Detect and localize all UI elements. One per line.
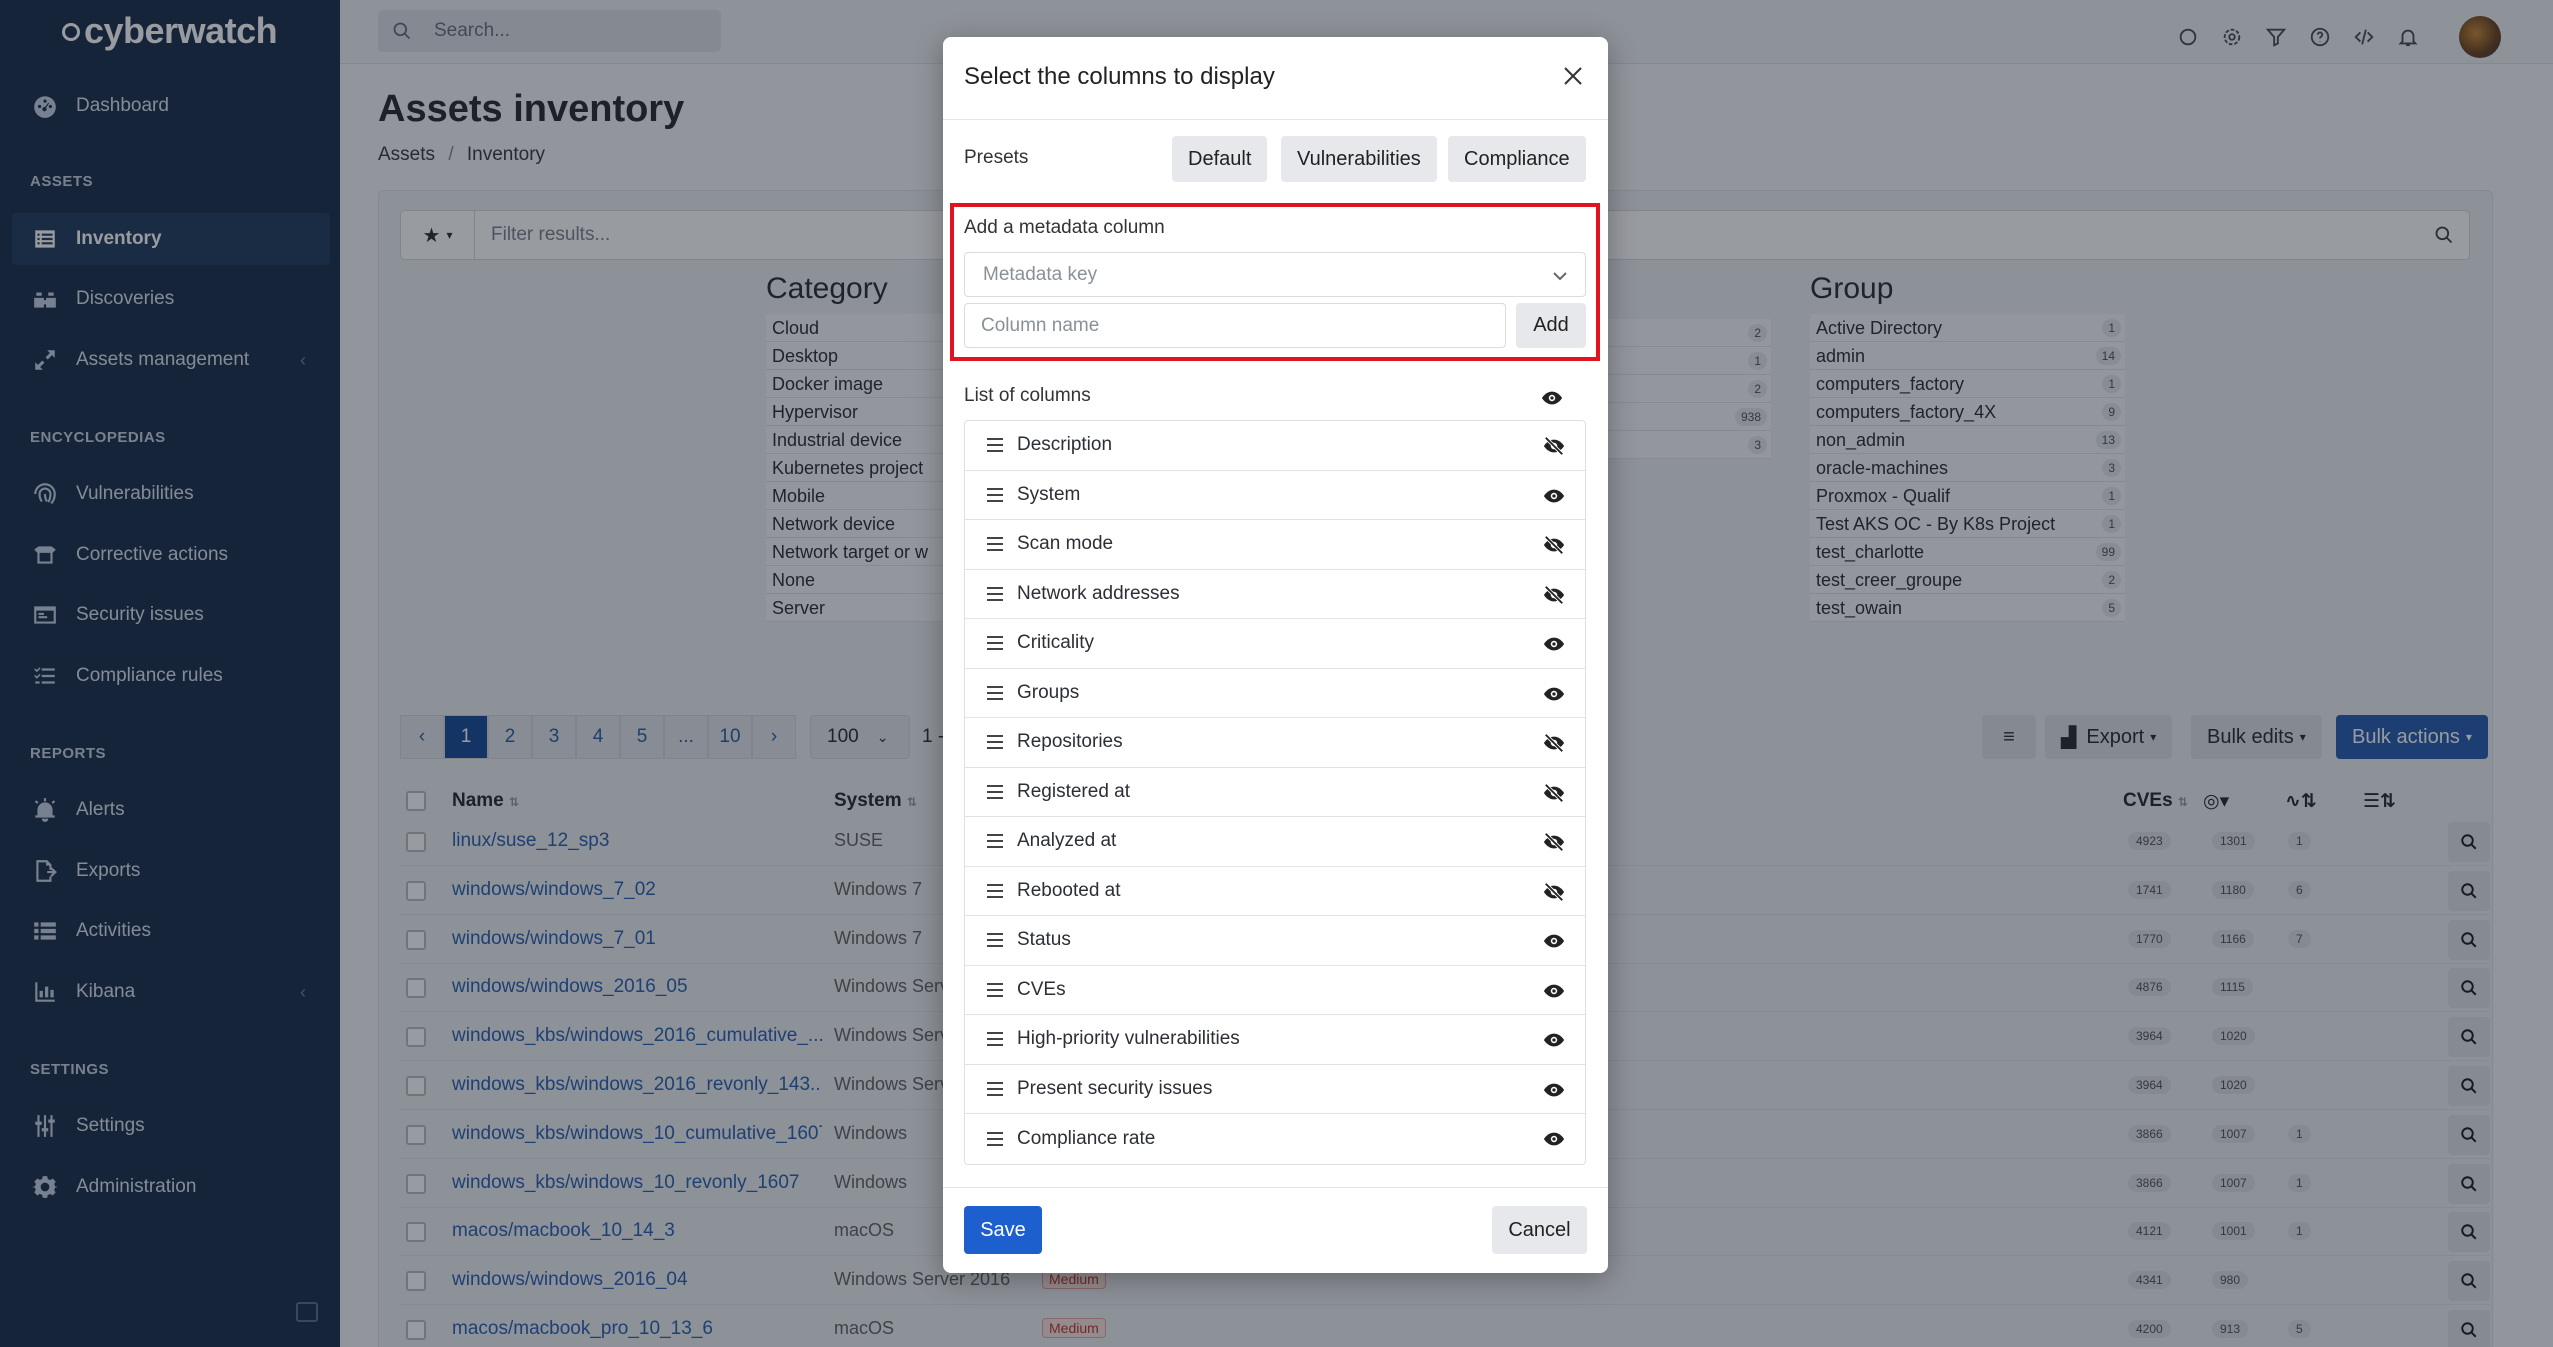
drag-handle-icon[interactable]	[987, 636, 1005, 651]
drag-handle-icon[interactable]	[987, 685, 1005, 700]
close-icon[interactable]	[1558, 61, 1588, 91]
columns-list-label: List of columns	[964, 385, 1091, 406]
modal-title: Select the columns to display	[964, 63, 1275, 90]
column-label: Compliance rate	[1017, 1127, 1156, 1149]
drag-handle-icon[interactable]	[987, 883, 1005, 898]
drag-handle-icon[interactable]	[987, 834, 1005, 849]
eye-icon[interactable]	[1543, 1029, 1565, 1051]
modal-header-divider	[943, 119, 1608, 120]
column-list-item[interactable]: System	[965, 471, 1585, 520]
column-label: Repositories	[1017, 731, 1123, 753]
metadata-section-label: Add a metadata column	[964, 217, 1165, 238]
cancel-button[interactable]: Cancel	[1492, 1206, 1587, 1254]
column-list-item[interactable]: Compliance rate	[965, 1114, 1585, 1164]
eye-slash-icon[interactable]	[1543, 732, 1565, 754]
column-list-item[interactable]: Criticality	[965, 619, 1585, 669]
column-label: Status	[1017, 929, 1071, 951]
eye-slash-icon[interactable]	[1543, 831, 1565, 853]
column-label: Registered at	[1017, 780, 1131, 802]
add-metadata-column-button[interactable]: Add	[1516, 303, 1586, 348]
eye-icon[interactable]	[1543, 980, 1565, 1002]
select-columns-modal: Select the columns to display Presets De…	[943, 37, 1608, 1273]
preset-vulnerabilities-button[interactable]: Vulnerabilities	[1281, 136, 1437, 182]
drag-handle-icon[interactable]	[987, 586, 1005, 601]
column-label: Groups	[1017, 681, 1080, 703]
drag-handle-icon[interactable]	[987, 982, 1005, 997]
modal-footer-divider	[943, 1187, 1608, 1188]
column-list-item[interactable]: Scan mode	[965, 520, 1585, 570]
column-list-item[interactable]: Rebooted at	[965, 867, 1585, 916]
column-list-item[interactable]: CVEs	[965, 966, 1585, 1015]
eye-slash-icon[interactable]	[1543, 534, 1565, 556]
eye-slash-icon[interactable]	[1543, 435, 1565, 457]
preset-compliance-button[interactable]: Compliance	[1448, 136, 1586, 182]
eye-slash-icon[interactable]	[1543, 881, 1565, 903]
eye-icon[interactable]	[1543, 1128, 1565, 1150]
presets-label: Presets	[964, 147, 1029, 168]
column-label: CVEs	[1017, 978, 1066, 1000]
column-label: Criticality	[1017, 632, 1095, 654]
column-list-item[interactable]: Registered at	[965, 768, 1585, 817]
eye-icon[interactable]	[1543, 633, 1565, 655]
toggle-all-eye-icon[interactable]	[1541, 387, 1563, 409]
eye-icon[interactable]	[1543, 1079, 1565, 1101]
column-list-item[interactable]: Description	[965, 421, 1585, 471]
drag-handle-icon[interactable]	[987, 438, 1005, 453]
column-label: Rebooted at	[1017, 879, 1121, 901]
metadata-key-placeholder: Metadata key	[983, 263, 1098, 285]
column-list-item[interactable]: Present security issues	[965, 1065, 1585, 1114]
column-label: System	[1017, 483, 1081, 505]
drag-handle-icon[interactable]	[987, 735, 1005, 750]
metadata-key-select[interactable]: Metadata key	[964, 252, 1586, 297]
column-list-item[interactable]: Analyzed at	[965, 817, 1585, 867]
column-label: Present security issues	[1017, 1077, 1213, 1099]
column-list-item[interactable]: Repositories	[965, 718, 1585, 768]
eye-icon[interactable]	[1543, 683, 1565, 705]
columns-list: Description System Scan mode Network addres…	[964, 420, 1586, 1165]
eye-icon[interactable]	[1543, 485, 1565, 507]
save-button[interactable]: Save	[964, 1206, 1042, 1254]
drag-handle-icon[interactable]	[987, 784, 1005, 799]
preset-default-button[interactable]: Default	[1172, 136, 1268, 182]
eye-slash-icon[interactable]	[1543, 584, 1565, 606]
column-label: High-priority vulnerabilities	[1017, 1028, 1240, 1050]
column-label: Analyzed at	[1017, 830, 1117, 852]
column-list-item[interactable]: Status	[965, 916, 1585, 966]
column-label: Description	[1017, 434, 1113, 456]
column-name-input[interactable]: Column name	[964, 303, 1506, 348]
drag-handle-icon[interactable]	[987, 537, 1005, 552]
drag-handle-icon[interactable]	[987, 1131, 1005, 1146]
chevron-down-icon	[1553, 272, 1567, 281]
column-list-item[interactable]: High-priority vulnerabilities	[965, 1015, 1585, 1065]
drag-handle-icon[interactable]	[987, 1032, 1005, 1047]
drag-handle-icon[interactable]	[987, 1081, 1005, 1096]
column-label: Scan mode	[1017, 533, 1114, 555]
column-list-item[interactable]: Network addresses	[965, 570, 1585, 619]
column-list-item[interactable]: Groups	[965, 669, 1585, 718]
column-label: Network addresses	[1017, 582, 1180, 604]
eye-icon[interactable]	[1543, 930, 1565, 952]
drag-handle-icon[interactable]	[987, 487, 1005, 502]
drag-handle-icon[interactable]	[987, 933, 1005, 948]
eye-slash-icon[interactable]	[1543, 782, 1565, 804]
